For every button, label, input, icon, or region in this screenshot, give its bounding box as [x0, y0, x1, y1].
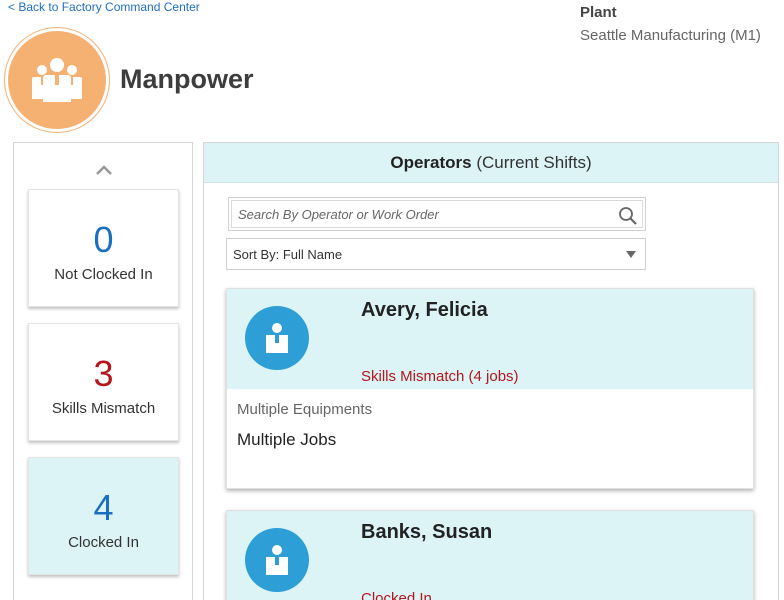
plant-label: Plant [580, 4, 617, 21]
operator-card[interactable]: Avery, Felicia Skills Mismatch (4 jobs) … [226, 288, 754, 489]
operators-panel: Operators (Current Shifts) Sort By: Full… [203, 142, 779, 600]
search-box [228, 197, 646, 231]
operator-badge-icon [266, 545, 288, 575]
operator-status: Skills Mismatch (4 jobs) [361, 368, 519, 385]
avatar [245, 306, 309, 370]
search-icon[interactable] [618, 206, 638, 226]
summary-panel: 0 Not Clocked In 3 Skills Mismatch 4 Clo… [13, 142, 193, 600]
skills-mismatch-card[interactable]: 3 Skills Mismatch [28, 323, 179, 441]
operator-badge-icon [266, 323, 288, 353]
chevron-up-icon[interactable] [94, 163, 114, 177]
skills-mismatch-label: Skills Mismatch [51, 400, 156, 417]
page-title: Manpower [120, 64, 254, 94]
operators-subtitle: (Current Shifts) [476, 153, 592, 172]
clocked-in-label: Clocked In [68, 534, 139, 551]
operator-jobs: Multiple Jobs [237, 430, 337, 449]
operator-name: Avery, Felicia [361, 299, 488, 321]
back-to-command-center-link[interactable]: < Back to Factory Command Center [8, 0, 200, 14]
operators-panel-header: Operators (Current Shifts) [204, 143, 778, 183]
not-clocked-in-card[interactable]: 0 Not Clocked In [28, 189, 179, 307]
sort-select-label: Sort By: Full Name [233, 247, 343, 262]
chevron-down-icon [626, 251, 636, 258]
avatar [245, 528, 309, 592]
manpower-logo [4, 27, 110, 133]
plant-info: Plant Seattle Manufacturing (M1) [580, 4, 761, 44]
clocked-in-count: 4 [93, 487, 114, 528]
skills-mismatch-count: 3 [93, 353, 114, 394]
not-clocked-in-label: Not Clocked In [54, 266, 153, 283]
manpower-page: < Back to Factory Command Center Plant S… [0, 0, 784, 600]
operator-status: Clocked In [361, 590, 432, 600]
search-input[interactable] [232, 201, 642, 227]
plant-value: Seattle Manufacturing (M1) [580, 27, 761, 44]
operators-title: Operators [390, 153, 472, 172]
operator-equipment: Multiple Equipments [237, 401, 373, 418]
clocked-in-card[interactable]: 4 Clocked In [28, 457, 179, 575]
operator-name: Banks, Susan [361, 521, 493, 543]
sort-select[interactable]: Sort By: Full Name [226, 238, 646, 270]
not-clocked-in-count: 0 [93, 219, 114, 260]
operator-card[interactable]: Banks, Susan Clocked In [226, 510, 754, 600]
group-users-icon [32, 58, 82, 102]
